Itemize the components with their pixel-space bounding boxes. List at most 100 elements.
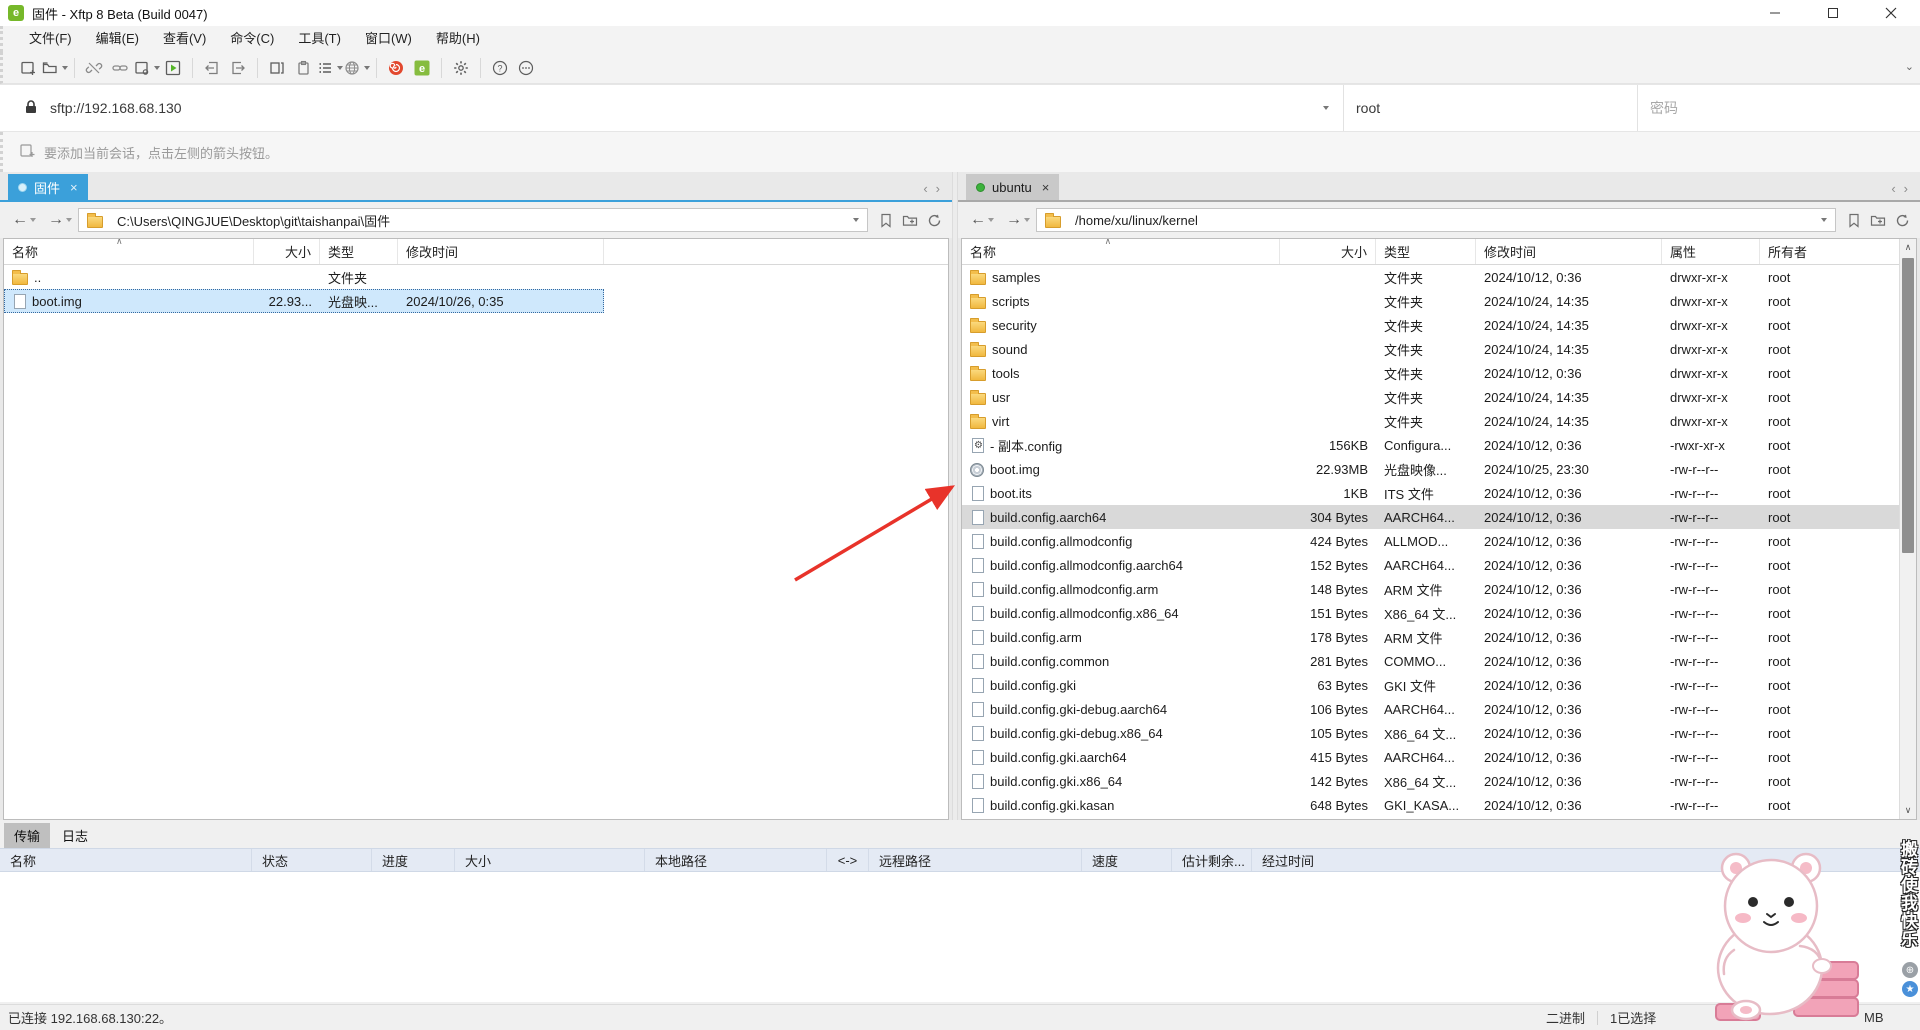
bookmark-button[interactable]: [874, 208, 898, 232]
transfer-to-local-button[interactable]: [199, 55, 225, 81]
username-input[interactable]: [1356, 100, 1637, 116]
file-row[interactable]: sound文件夹2024/10/24, 14:35drwxr-xr-xroot: [962, 337, 1899, 361]
file-row[interactable]: build.config.arm178 BytesARM 文件2024/10/1…: [962, 625, 1899, 649]
column-header-owner[interactable]: 所有者: [1760, 239, 1899, 264]
title-bar[interactable]: e 固件 - Xftp 8 Beta (Build 0047): [0, 0, 1920, 26]
column-header-type[interactable]: 类型: [1376, 239, 1476, 264]
scroll-up-icon[interactable]: ∧: [1900, 239, 1916, 256]
session-properties-button[interactable]: [133, 55, 160, 81]
file-row[interactable]: build.config.gki-debug.aarch64106 BytesA…: [962, 697, 1899, 721]
menu-window[interactable]: 窗口(W): [353, 26, 424, 52]
remote-tab-ubuntu[interactable]: ubuntu ×: [966, 174, 1059, 200]
encoding-button[interactable]: [343, 55, 370, 81]
refresh-button[interactable]: [922, 208, 946, 232]
menu-edit[interactable]: 编辑(E): [84, 26, 151, 52]
column-header-size[interactable]: 大小: [1280, 239, 1376, 264]
file-row[interactable]: boot.its1KBITS 文件2024/10/12, 0:36-rw-r--…: [962, 481, 1899, 505]
menu-command[interactable]: 命令(C): [218, 26, 286, 52]
forward-icon[interactable]: →: [1006, 211, 1022, 229]
column-header-attr[interactable]: 属性: [1662, 239, 1760, 264]
transfer-col-name[interactable]: 名称: [0, 849, 252, 871]
file-row[interactable]: build.config.gki.kasan648 BytesGKI_KASA.…: [962, 793, 1899, 817]
file-row[interactable]: ..文件夹: [4, 265, 604, 289]
bookmark-button[interactable]: [1842, 208, 1866, 232]
file-row[interactable]: build.config.gki63 BytesGKI 文件2024/10/12…: [962, 673, 1899, 697]
xftp-button[interactable]: e: [409, 55, 435, 81]
column-header-name[interactable]: 名称∧: [962, 239, 1280, 264]
tab-scroll-arrows[interactable]: ‹›: [923, 181, 948, 196]
minimize-button[interactable]: [1746, 0, 1804, 26]
transfer-col-remotepath[interactable]: 远程路径: [869, 849, 1082, 871]
transfer-to-remote-button[interactable]: [225, 55, 251, 81]
file-row[interactable]: build.config.gki.x86_64142 BytesX86_64 文…: [962, 769, 1899, 793]
back-history-icon[interactable]: [988, 218, 994, 222]
file-row[interactable]: boot.img22.93...光盘映...2024/10/26, 0:35: [4, 289, 604, 313]
menu-help[interactable]: 帮助(H): [424, 26, 492, 52]
menu-view[interactable]: 查看(V): [151, 26, 218, 52]
back-icon[interactable]: ←: [12, 211, 28, 229]
file-row[interactable]: build.config.allmodconfig.aarch64152 Byt…: [962, 553, 1899, 577]
path-dropdown-icon[interactable]: [1821, 218, 1827, 222]
reconnect-button[interactable]: [107, 55, 133, 81]
run-button[interactable]: [160, 55, 186, 81]
column-header-date[interactable]: 修改时间: [1476, 239, 1662, 264]
column-header-date[interactable]: 修改时间: [398, 239, 604, 264]
settings-button[interactable]: [448, 55, 474, 81]
toolbar-overflow-chevron[interactable]: ⌄: [1905, 60, 1914, 73]
back-history-icon[interactable]: [30, 218, 36, 222]
maximize-button[interactable]: [1804, 0, 1862, 26]
path-dropdown-icon[interactable]: [853, 218, 859, 222]
open-xshell-button[interactable]: [383, 55, 409, 81]
tab-close-icon[interactable]: ×: [70, 180, 78, 195]
help-button[interactable]: ?: [487, 55, 513, 81]
transfer-col-status[interactable]: 状态: [252, 849, 372, 871]
add-folder-button[interactable]: [898, 208, 922, 232]
vertical-scrollbar[interactable]: ∧ ∨: [1899, 239, 1916, 819]
transfer-col-size[interactable]: 大小: [455, 849, 645, 871]
file-row[interactable]: build.config.common281 BytesCOMMO...2024…: [962, 649, 1899, 673]
tab-transfer[interactable]: 传输: [4, 823, 50, 848]
transfer-col-remaining[interactable]: 估计剩余...: [1172, 849, 1252, 871]
local-path-field[interactable]: C:\Users\QINGJUE\Desktop\git\taishanpai\…: [78, 208, 868, 232]
file-row[interactable]: build.config.allmodconfig424 BytesALLMOD…: [962, 529, 1899, 553]
address-dropdown-icon[interactable]: [1323, 106, 1329, 110]
transfer-col-progress[interactable]: 进度: [372, 849, 455, 871]
file-row[interactable]: build.config.gki.aarch64415 BytesAARCH64…: [962, 745, 1899, 769]
file-row[interactable]: build.config.allmodconfig.arm148 BytesAR…: [962, 577, 1899, 601]
file-row[interactable]: usr文件夹2024/10/24, 14:35drwxr-xr-xroot: [962, 385, 1899, 409]
forward-icon[interactable]: →: [48, 211, 64, 229]
file-row[interactable]: build.config.gki-debug.x86_64105 BytesX8…: [962, 721, 1899, 745]
menu-file[interactable]: 文件(F): [17, 26, 84, 52]
close-button[interactable]: [1862, 0, 1920, 26]
sync-browsing-button[interactable]: [264, 55, 290, 81]
remote-path-field[interactable]: /home/xu/linux/kernel: [1036, 208, 1836, 232]
file-row[interactable]: virt文件夹2024/10/24, 14:35drwxr-xr-xroot: [962, 409, 1899, 433]
view-mode-button[interactable]: [316, 55, 343, 81]
add-folder-button[interactable]: [1866, 208, 1890, 232]
transfer-col-speed[interactable]: 速度: [1082, 849, 1172, 871]
copy-button[interactable]: [290, 55, 316, 81]
tab-scroll-arrows[interactable]: ‹›: [1891, 181, 1916, 196]
tab-close-icon[interactable]: ×: [1042, 180, 1050, 195]
open-session-button[interactable]: [41, 55, 68, 81]
transfer-col-localpath[interactable]: 本地路径: [645, 849, 827, 871]
file-row[interactable]: build.config.allmodconfig.x86_64151 Byte…: [962, 601, 1899, 625]
tab-log[interactable]: 日志: [52, 823, 98, 848]
file-row[interactable]: boot.img22.93MB光盘映像...2024/10/25, 23:30-…: [962, 457, 1899, 481]
disconnect-button[interactable]: [81, 55, 107, 81]
scroll-down-icon[interactable]: ∨: [1900, 802, 1916, 819]
scrollbar-thumb[interactable]: [1902, 258, 1914, 553]
transfer-col-elapsed[interactable]: 经过时间: [1252, 849, 1920, 871]
menu-tools[interactable]: 工具(T): [286, 26, 353, 52]
new-session-button[interactable]: [15, 55, 41, 81]
address-input[interactable]: [50, 100, 1343, 116]
file-row[interactable]: tools文件夹2024/10/12, 0:36drwxr-xr-xroot: [962, 361, 1899, 385]
column-header-size[interactable]: 大小: [254, 239, 320, 264]
refresh-button[interactable]: [1890, 208, 1914, 232]
forward-history-icon[interactable]: [1024, 218, 1030, 222]
file-row[interactable]: security文件夹2024/10/24, 14:35drwxr-xr-xro…: [962, 313, 1899, 337]
transfer-col-direction[interactable]: <->: [827, 849, 869, 871]
back-icon[interactable]: ←: [970, 211, 986, 229]
local-tab-firmware[interactable]: 固件 ×: [8, 174, 88, 200]
file-row[interactable]: build.config.aarch64304 BytesAARCH64...2…: [962, 505, 1899, 529]
